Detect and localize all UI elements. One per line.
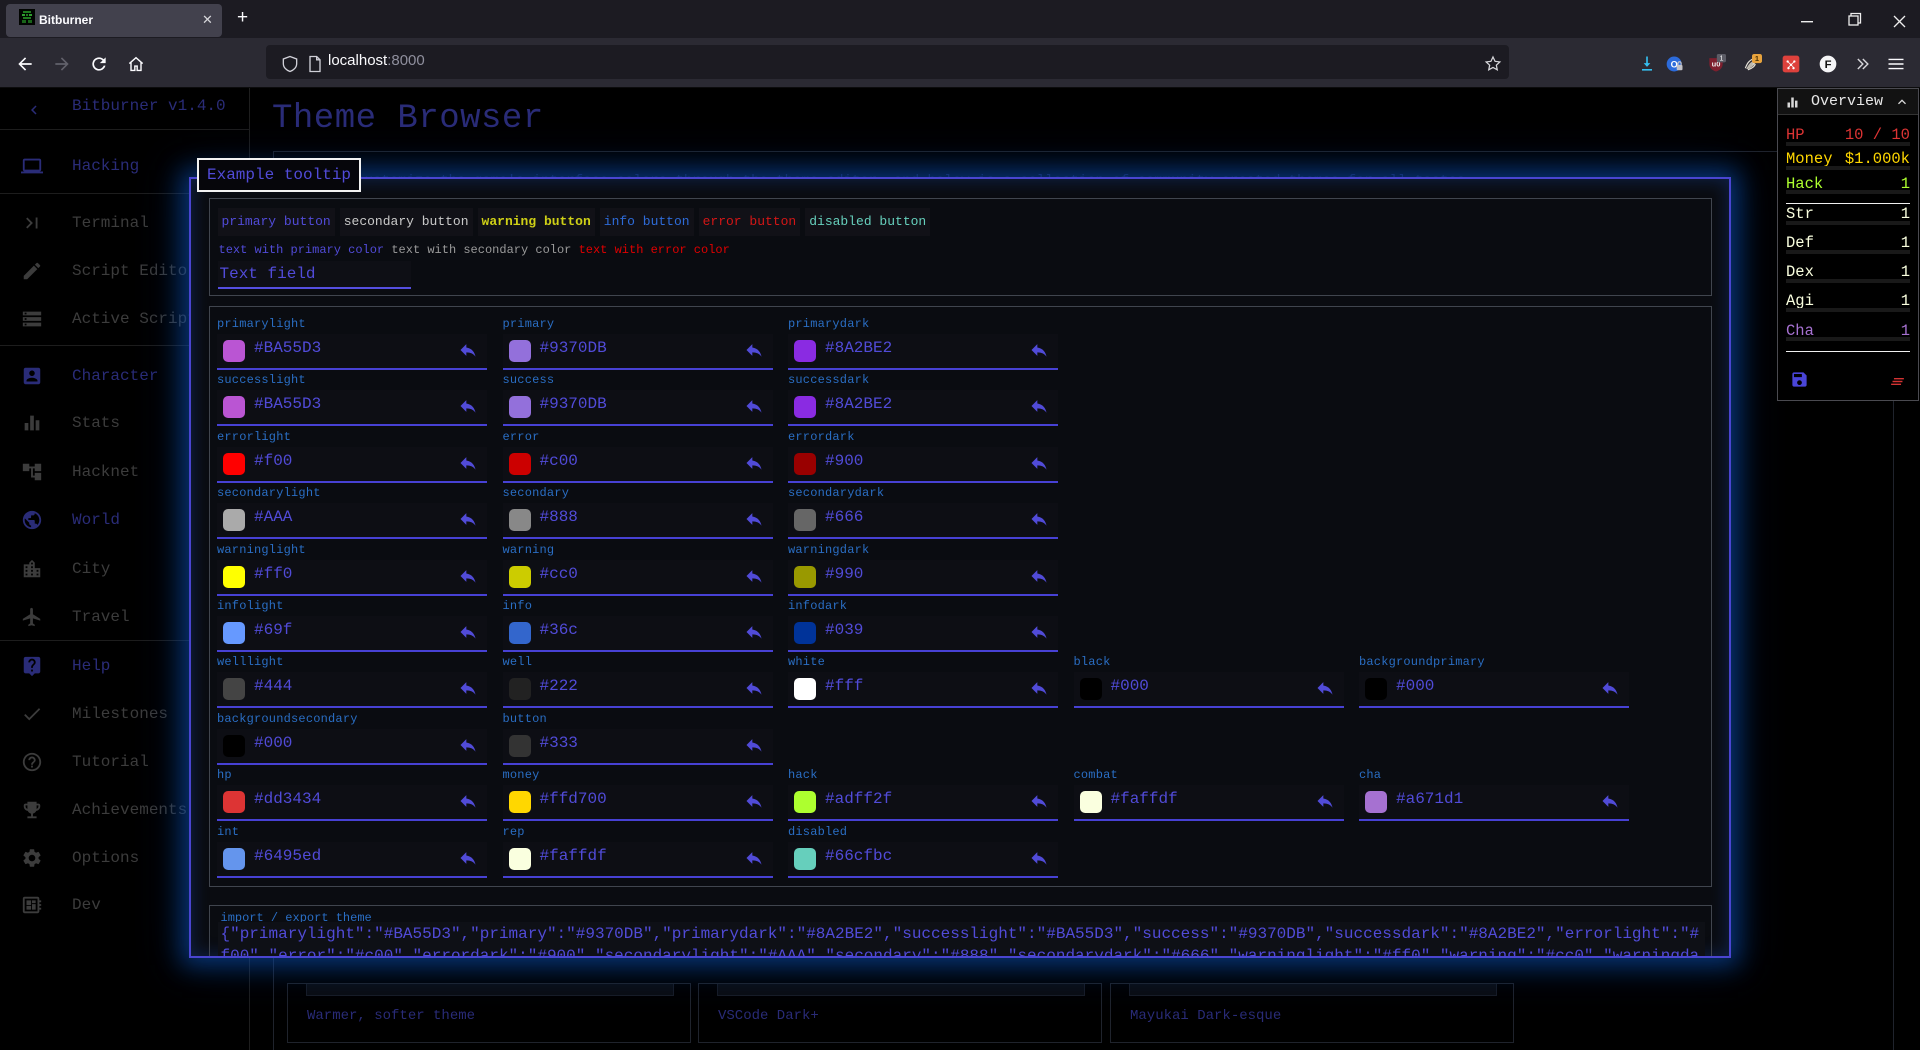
svg-text:O: O bbox=[1671, 59, 1678, 69]
svg-text:1: 1 bbox=[1719, 55, 1723, 63]
svg-text:F: F bbox=[1825, 59, 1832, 71]
svg-text:1: 1 bbox=[1755, 54, 1759, 63]
